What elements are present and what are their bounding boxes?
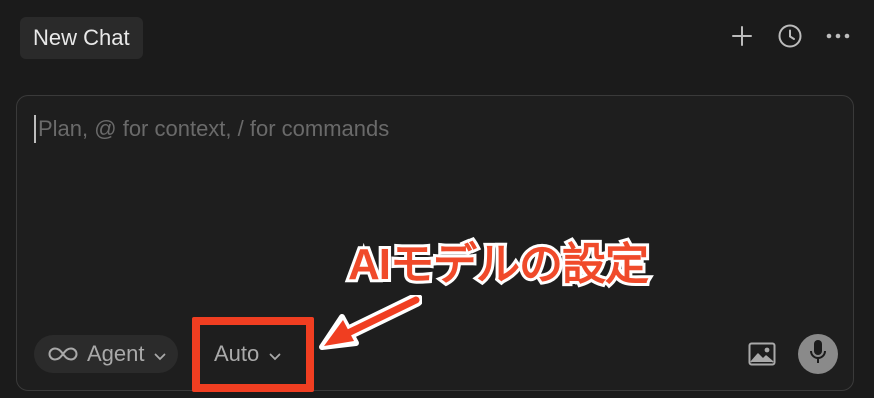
microphone-icon	[809, 339, 827, 370]
text-cursor	[34, 115, 36, 143]
plus-icon[interactable]	[728, 22, 756, 50]
agent-mode-dropdown[interactable]: Agent	[34, 335, 178, 373]
chat-tab-title[interactable]: New Chat	[20, 17, 143, 59]
top-bar: New Chat	[0, 0, 874, 72]
infinity-icon	[48, 341, 78, 367]
annotation-highlight-box	[192, 317, 314, 392]
more-dots-icon[interactable]	[824, 22, 852, 50]
prompt-input[interactable]	[38, 114, 828, 144]
agent-mode-label: Agent	[87, 341, 145, 366]
history-clock-icon[interactable]	[776, 22, 804, 50]
microphone-button[interactable]	[798, 334, 838, 374]
image-icon[interactable]	[748, 341, 776, 367]
chevron-down-icon	[154, 341, 166, 367]
annotation-label: AIモデルの設定	[345, 237, 652, 292]
annotation-arrow-icon	[319, 295, 422, 350]
